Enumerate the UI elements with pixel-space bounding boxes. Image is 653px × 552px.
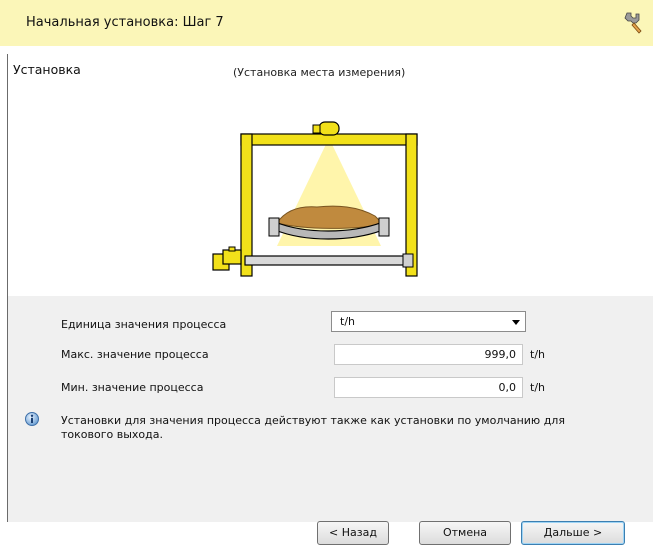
min-value: 0,0	[498, 381, 517, 394]
min-value-field[interactable]: 0,0	[334, 377, 523, 398]
chevron-down-icon	[512, 320, 520, 325]
max-label: Макс. значение процесса	[61, 348, 209, 361]
section-subtitle: (Установка места измерения)	[233, 66, 406, 79]
back-button[interactable]: < Назад	[317, 521, 389, 545]
info-text: Установки для значения процесса действую…	[61, 414, 565, 441]
info-icon	[24, 411, 40, 427]
max-value: 999,0	[484, 348, 517, 361]
wrench-icon[interactable]	[622, 10, 644, 34]
unit-select[interactable]: t/h	[331, 311, 526, 332]
next-button[interactable]: Дальше >	[521, 521, 625, 545]
min-unit: t/h	[530, 381, 545, 394]
unit-select-value: t/h	[340, 315, 355, 328]
max-value-field[interactable]: 999,0	[334, 344, 523, 365]
max-unit: t/h	[530, 348, 545, 361]
cancel-button[interactable]: Отмена	[419, 521, 511, 545]
title-bar: Начальная установка: Шаг 7	[0, 0, 653, 46]
min-label: Мин. значение процесса	[61, 381, 204, 394]
measurement-setup-illustration	[205, 110, 443, 280]
section-label: Установка	[13, 62, 81, 77]
window-title: Начальная установка: Шаг 7	[26, 15, 224, 30]
unit-label: Единица значения процесса	[61, 318, 227, 331]
